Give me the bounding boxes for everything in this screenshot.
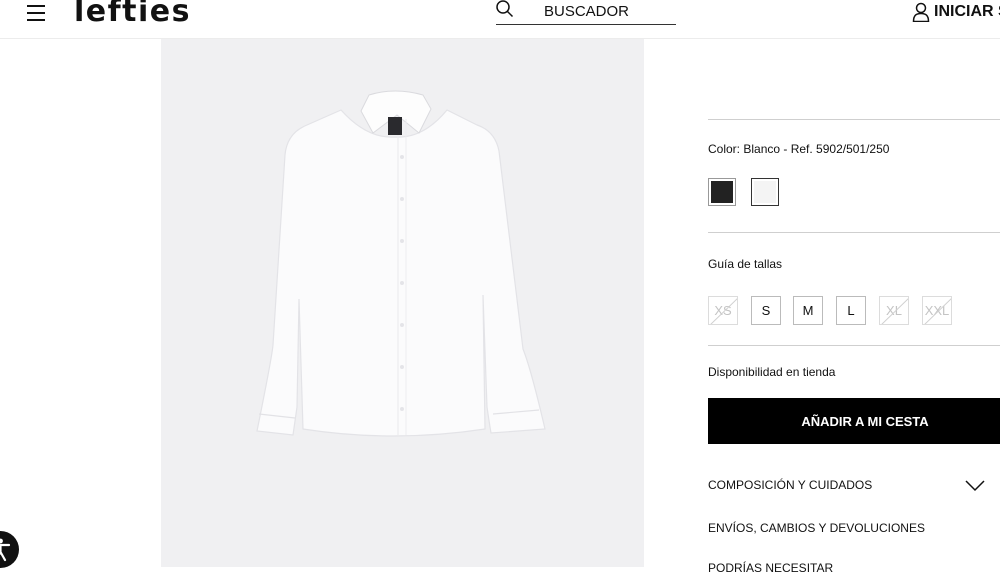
size-label: M [802, 303, 814, 318]
search-input[interactable] [544, 1, 672, 21]
search-icon[interactable] [496, 0, 514, 18]
product-image[interactable] [161, 39, 644, 567]
color-reference: Color: Blanco - Ref. 5902/501/250 [708, 142, 890, 156]
site-header: lefties INICIAR S [0, 0, 1000, 39]
divider [708, 232, 1000, 233]
size-label: L [847, 303, 855, 318]
divider [708, 345, 1000, 346]
color-swatch-black[interactable] [708, 178, 736, 206]
search-bar[interactable] [496, 0, 676, 25]
size-button-xs[interactable]: XS [708, 296, 738, 325]
color-swatch-white[interactable] [751, 178, 779, 206]
unavailable-slash-icon [710, 298, 737, 324]
hamburger-menu-icon[interactable] [27, 3, 47, 21]
unavailable-slash-icon [881, 298, 908, 324]
accordion-composition[interactable]: COMPOSICIÓN Y CUIDADOS [708, 478, 872, 492]
unavailable-slash-icon [924, 298, 951, 324]
accordion-you-might-need[interactable]: PODRÍAS NECESITAR [708, 561, 833, 575]
accessibility-icon[interactable] [0, 531, 19, 568]
add-to-cart-label: AÑADIR A MI CESTA [801, 413, 929, 429]
size-guide-link[interactable]: Guía de tallas [708, 257, 782, 271]
shirt-illustration [256, 90, 546, 437]
size-button-s[interactable]: S [751, 296, 781, 325]
size-button-xxl[interactable]: XXL [922, 296, 952, 325]
size-button-l[interactable]: L [836, 296, 866, 325]
store-availability-link[interactable]: Disponibilidad en tienda [708, 365, 835, 379]
login-label: INICIAR S [934, 3, 1000, 20]
user-icon [912, 2, 930, 22]
size-label: S [761, 303, 771, 318]
accessibility-figure [0, 538, 11, 562]
chevron-down-icon[interactable] [964, 479, 986, 493]
add-to-cart-button[interactable]: AÑADIR A MI CESTA [708, 398, 1000, 444]
brand-logo[interactable]: lefties [74, 0, 191, 29]
accordion-shipping[interactable]: ENVÍOS, CAMBIOS Y DEVOLUCIONES [708, 521, 925, 535]
divider [708, 119, 1000, 120]
size-button-xl[interactable]: XL [879, 296, 909, 325]
size-button-m[interactable]: M [793, 296, 823, 325]
